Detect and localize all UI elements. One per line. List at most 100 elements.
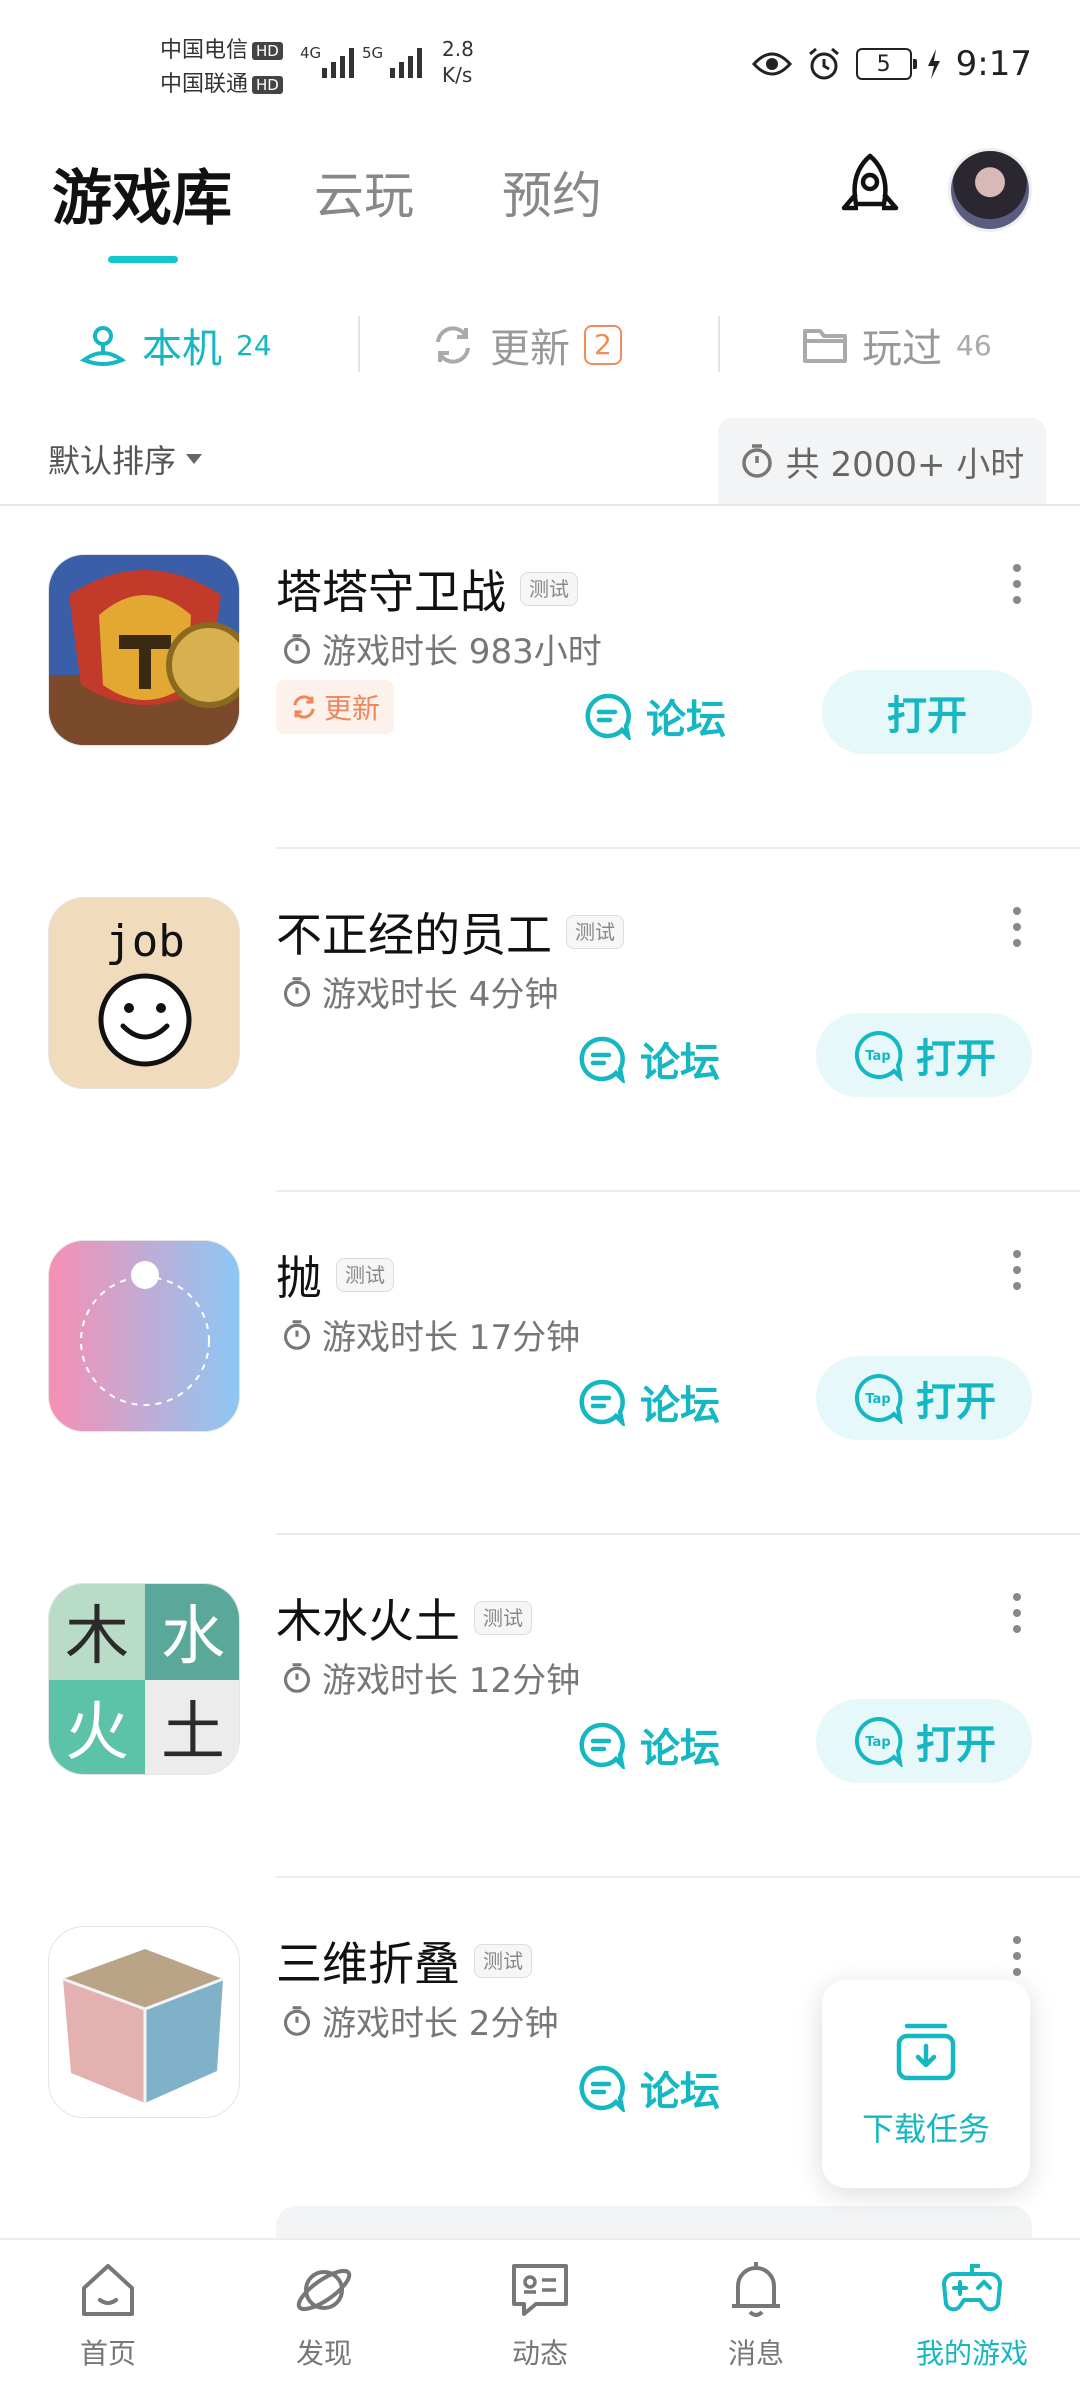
more-icon[interactable]	[1010, 1936, 1024, 1976]
game-item[interactable]: job 不正经的员工 测试 游戏时长 4分钟 论坛 Tap 打开	[0, 849, 1080, 1192]
tab-played-label: 玩过	[862, 326, 942, 372]
forum-icon	[579, 2065, 626, 2112]
game-title: 抛	[276, 1251, 322, 1305]
tab-reservation[interactable]: 预约	[502, 156, 602, 228]
timer-icon	[283, 633, 311, 664]
tab-local-count: 24	[236, 328, 272, 362]
total-playtime: 共 2000+ 小时	[718, 418, 1046, 504]
folder-icon	[803, 329, 847, 363]
forum-button[interactable]: 论坛	[578, 1019, 720, 1099]
open-button[interactable]: Tap 打开	[816, 1356, 1032, 1440]
forum-button[interactable]: 论坛	[578, 1705, 720, 1785]
tab-played-count: 46	[956, 328, 992, 362]
timer-icon	[283, 1319, 311, 1350]
game-icon-text: job	[105, 916, 184, 967]
forum-button[interactable]: 论坛	[584, 676, 726, 756]
forum-icon	[579, 1379, 626, 1426]
carrier-1: 中国电信	[160, 38, 249, 63]
planet-icon	[296, 2268, 352, 2312]
eye-icon	[751, 52, 792, 76]
game-icon-cube	[48, 1926, 240, 2118]
forum-button[interactable]: 论坛	[578, 1362, 720, 1442]
more-icon[interactable]	[1010, 1250, 1024, 1290]
test-badge: 测试	[566, 915, 624, 949]
hd-badge-2: HD	[252, 76, 283, 94]
timer-icon	[283, 976, 311, 1007]
clock: 9:17	[955, 44, 1032, 84]
tab-update-label: 更新	[490, 326, 570, 372]
battery-icon: 5	[855, 48, 917, 80]
device-icon	[79, 326, 127, 366]
avatar[interactable]	[948, 148, 1032, 232]
forum-button[interactable]: 论坛	[578, 2048, 720, 2128]
alarm-icon	[808, 47, 839, 80]
update-tag[interactable]: 更新	[276, 680, 395, 734]
download-task-label: 下载任务	[861, 2110, 990, 2148]
svg-text:水: 水	[161, 1600, 225, 1674]
active-tab-indicator	[108, 256, 178, 263]
game-title: 三维折叠	[276, 1937, 460, 1991]
net-speed: 2.8 K/s	[442, 37, 474, 87]
forum-icon	[579, 1036, 626, 1083]
tab-cloud-play[interactable]: 云玩	[314, 156, 414, 228]
bottom-nav: 首页 发现 动态 消息 我的游戏	[0, 2238, 1080, 2400]
game-icon-pao	[48, 1240, 240, 1432]
play-time: 游戏时长 983小时	[322, 632, 602, 672]
svg-text:木: 木	[65, 1600, 129, 1674]
more-icon[interactable]	[1010, 564, 1024, 604]
forum-icon	[585, 693, 632, 740]
hd-badge-1: HD	[252, 42, 283, 60]
status-bar: 中国电信 HD 中国联通 HD 4G 5G 2.8 K/s 5 9:17	[0, 0, 1080, 130]
forum-icon	[579, 1722, 626, 1769]
network-4g: 4G	[300, 44, 322, 62]
game-icon-elements: 木 水 火 土	[48, 1583, 240, 1775]
timer-icon	[741, 444, 772, 478]
game-icon-tata	[48, 554, 240, 746]
update-tag-label: 更新	[324, 692, 381, 725]
open-button[interactable]: Tap 打开	[816, 1013, 1032, 1097]
more-icon[interactable]	[1010, 1593, 1024, 1633]
tap-icon: Tap	[854, 1373, 903, 1424]
open-button[interactable]: 打开	[822, 670, 1032, 754]
nav-home[interactable]: 首页	[28, 2258, 188, 2372]
test-badge: 测试	[474, 1601, 532, 1635]
tap-icon: Tap	[854, 1030, 903, 1081]
home-icon	[82, 2264, 134, 2316]
tab-update[interactable]: 更新 2	[430, 300, 622, 390]
chat-icon	[512, 2264, 568, 2316]
gamepad-icon	[942, 2264, 1002, 2312]
svg-text:Tap: Tap	[865, 1735, 890, 1750]
sort-dropdown[interactable]: 默认排序	[48, 436, 203, 482]
game-item[interactable]: 抛 测试 游戏时长 17分钟 论坛 Tap 打开	[0, 1192, 1080, 1535]
game-icon-job: job	[48, 897, 240, 1089]
game-item[interactable]: 木 水 火 土 木水火土 测试 游戏时长 12分钟 论坛 Tap 打开	[0, 1535, 1080, 1878]
update-count-badge: 2	[584, 325, 622, 365]
game-title: 木水火土	[276, 1594, 460, 1648]
download-task-button[interactable]: 下载任务	[822, 1980, 1030, 2188]
test-badge: 测试	[336, 1258, 394, 1292]
rocket-icon[interactable]	[830, 150, 910, 230]
test-badge: 测试	[474, 1944, 532, 1978]
timer-icon	[283, 2005, 311, 2036]
more-icon[interactable]	[1010, 907, 1024, 947]
tab-local[interactable]: 本机 24	[78, 300, 272, 390]
nav-feed[interactable]: 动态	[460, 2258, 620, 2372]
nav-my-games[interactable]: 我的游戏	[892, 2258, 1052, 2372]
tab-played[interactable]: 玩过 46	[802, 300, 992, 390]
dropdown-arrow-icon	[186, 454, 203, 464]
tab-local-label: 本机	[142, 326, 222, 372]
divider	[358, 316, 360, 372]
tab-game-library[interactable]: 游戏库	[52, 150, 232, 237]
carrier-info: 中国电信 HD 中国联通 HD	[160, 34, 283, 102]
game-item[interactable]: 塔塔守卫战 测试 游戏时长 983小时 更新 论坛 打开	[0, 506, 1080, 849]
open-button[interactable]: Tap 打开	[816, 1699, 1032, 1783]
refresh-icon	[436, 326, 470, 364]
network-5g: 5G	[362, 44, 384, 62]
nav-messages[interactable]: 消息	[676, 2258, 836, 2372]
divider	[718, 316, 720, 372]
svg-text:Tap: Tap	[865, 1392, 890, 1407]
charging-icon	[927, 49, 940, 79]
sort-label: 默认排序	[48, 442, 177, 480]
nav-discover[interactable]: 发现	[244, 2258, 404, 2372]
library-filter-tabs: 本机 24 更新 2 玩过 46	[0, 300, 1080, 390]
